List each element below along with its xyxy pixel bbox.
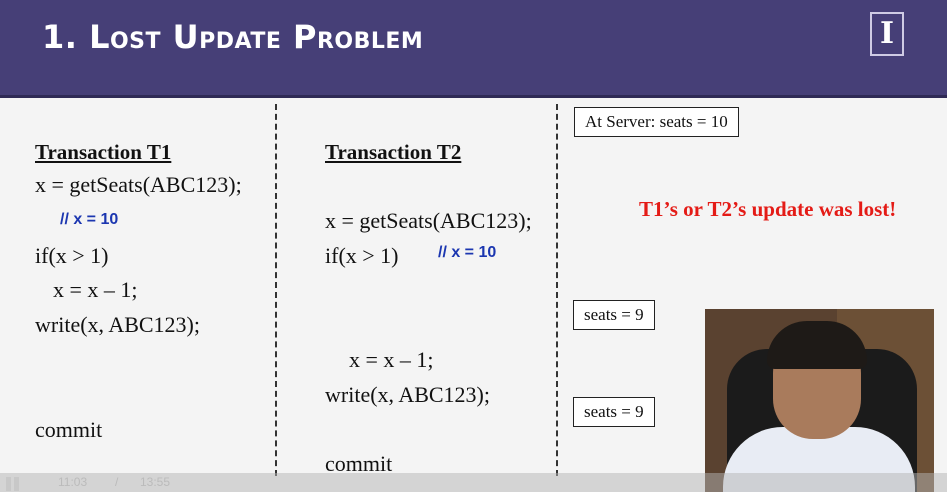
player-duration: 13:55 xyxy=(140,475,171,489)
server-after-t1-box: seats = 9 xyxy=(573,300,655,330)
pause-icon[interactable] xyxy=(4,477,22,491)
t1-line-decrement: x = x – 1; xyxy=(53,277,138,302)
slide-title: 1. Lost Update Problem xyxy=(42,18,424,56)
column-divider-2 xyxy=(556,104,558,476)
player-control-bar[interactable]: 11:03 / 13:55 xyxy=(0,473,947,492)
server-initial-box: At Server: seats = 10 xyxy=(574,107,739,137)
player-time-separator: / xyxy=(115,475,119,489)
t2-line-getseats: x = getSeats(ABC123); xyxy=(325,208,532,233)
t2-line-if: if(x > 1) xyxy=(325,243,399,268)
presenter-video xyxy=(705,309,934,492)
lost-update-note: T1’s or T2’s update was lost! xyxy=(639,197,897,221)
column-divider-1 xyxy=(275,104,277,476)
t2-line-write: write(x, ABC123); xyxy=(325,382,490,407)
t1-line-write: write(x, ABC123); xyxy=(35,312,200,337)
t1-heading: Transaction T1 xyxy=(35,140,172,164)
t2-line-decrement: x = x – 1; xyxy=(349,347,434,372)
server-after-t2-box: seats = 9 xyxy=(573,397,655,427)
player-current-time: 11:03 xyxy=(58,475,88,489)
university-logo-glyph: I xyxy=(879,16,895,51)
t1-line-if: if(x > 1) xyxy=(35,243,109,268)
slide-title-bar: 1. Lost Update Problem I xyxy=(0,0,947,98)
t1-line-getseats: x = getSeats(ABC123); xyxy=(35,172,242,197)
t1-comment: // x = 10 xyxy=(60,211,119,228)
university-logo: I xyxy=(870,12,904,56)
t2-comment: // x = 10 xyxy=(438,244,497,261)
t1-line-commit: commit xyxy=(35,417,103,442)
t2-heading: Transaction T2 xyxy=(325,140,462,164)
